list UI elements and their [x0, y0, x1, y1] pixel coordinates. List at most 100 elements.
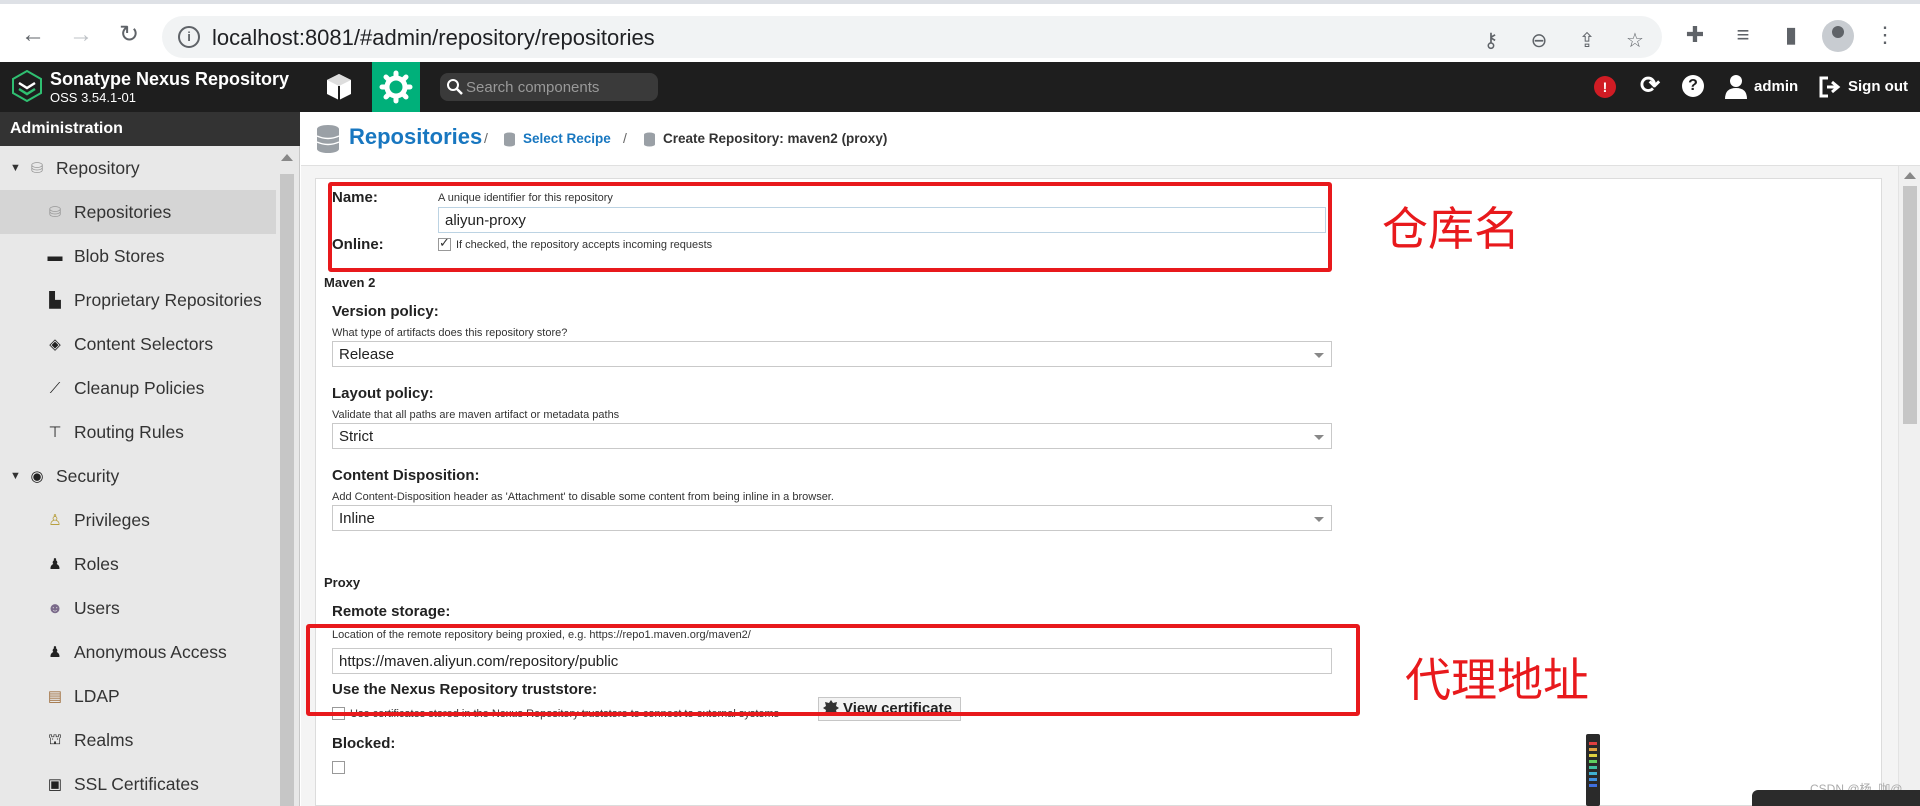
bookmark-star-icon[interactable]: ☆ — [1622, 28, 1648, 54]
main-scrollbar[interactable] — [1898, 166, 1920, 806]
chevron-down-icon[interactable] — [1314, 353, 1324, 358]
broom-icon: ⟋ — [49, 379, 61, 397]
breadcrumb-select-recipe[interactable]: Select Recipe — [523, 131, 611, 146]
sidebar-item-proprietary-repositories[interactable]: ▙ Proprietary Repositories — [0, 278, 276, 322]
database-icon — [644, 132, 655, 147]
chevron-down-icon[interactable] — [1314, 435, 1324, 440]
realms-icon: ⛫ — [48, 730, 62, 748]
users-icon: ☻ — [47, 599, 63, 617]
scrollbar-thumb[interactable] — [280, 174, 294, 806]
url-text[interactable]: localhost:8081/#admin/repository/reposit… — [212, 25, 655, 51]
sign-out-link[interactable]: Sign out — [1848, 78, 1908, 95]
help-icon[interactable]: ? — [1682, 75, 1704, 97]
side-panel-icon[interactable]: ▮ — [1776, 20, 1806, 50]
remote-storage-highlight-box — [306, 624, 1360, 716]
system-alert-icon[interactable]: ! — [1594, 76, 1616, 98]
user-key-icon: ♟ — [48, 556, 62, 573]
expand-caret-icon[interactable]: ▼ — [10, 470, 28, 482]
sidebar-item-ldap[interactable]: ▤ LDAP — [0, 674, 276, 718]
sidebar-item-ssl-certificates[interactable]: ▣ SSL Certificates — [0, 762, 276, 806]
search-components-box[interactable] — [440, 73, 658, 101]
blocked-label: Blocked: — [332, 735, 396, 752]
share-icon[interactable]: ⇪ — [1574, 28, 1600, 54]
maven-section-title: Maven 2 — [324, 275, 376, 290]
chevron-down-icon[interactable] — [1314, 517, 1324, 522]
version-policy-select[interactable]: Release — [332, 341, 1332, 367]
sidebar-title: Administration — [0, 112, 300, 146]
remote-storage-label: Remote storage: — [332, 603, 451, 620]
audio-level-meter — [1586, 734, 1600, 806]
sidebar-item-label: Roles — [74, 553, 119, 574]
sidebar-nav: ▼ ⛁ Repository ⛁ Repositories ▬ Blob Sto… — [0, 146, 276, 806]
layout-policy-help: Validate that all paths are maven artifa… — [332, 409, 620, 421]
expand-caret-icon[interactable]: ▼ — [10, 162, 28, 174]
sidebar-item-roles[interactable]: ♟ Roles — [0, 542, 276, 586]
sidebar-item-realms[interactable]: ⛫ Realms — [0, 718, 276, 762]
database-icon: ⛁ — [30, 160, 44, 177]
sidebar-item-label: Users — [74, 597, 120, 618]
sidebar-item-anonymous-access[interactable]: ♟ Anonymous Access — [0, 630, 276, 674]
sidebar-item-label: SSL Certificates — [74, 773, 199, 794]
product-version: OSS 3.54.1-01 — [50, 90, 136, 105]
content-disposition-select[interactable]: Inline — [332, 505, 1332, 531]
sidebar-scrollbar[interactable] — [276, 146, 298, 806]
version-policy-label: Version policy: — [332, 303, 439, 320]
reload-icon[interactable]: ↻ — [114, 20, 144, 50]
site-info-icon[interactable]: i — [178, 26, 200, 48]
hard-drive-icon: ▬ — [47, 247, 63, 265]
admin-sidebar: Administration ▼ ⛁ Repository ⛁ Reposito… — [0, 112, 300, 806]
layout-policy-value: Strict — [339, 428, 374, 445]
product-name: Sonatype Nexus Repository — [50, 69, 290, 89]
profile-avatar-icon[interactable] — [1822, 20, 1854, 52]
search-input[interactable] — [466, 76, 651, 98]
browse-cube-icon[interactable] — [318, 66, 360, 108]
sonatype-logo-icon — [12, 70, 42, 102]
sidebar-item-repositories[interactable]: ⛁ Repositories — [0, 190, 276, 234]
layout-policy-select[interactable]: Strict — [332, 423, 1332, 449]
version-policy-value: Release — [339, 346, 395, 363]
database-icon — [316, 125, 340, 153]
sidebar-item-blob-stores[interactable]: ▬ Blob Stores — [0, 234, 276, 278]
sidebar-item-users[interactable]: ☻ Users — [0, 586, 276, 630]
sidebar-item-routing-rules[interactable]: ⊤ Routing Rules — [0, 410, 276, 454]
extensions-icon[interactable]: ✚ — [1680, 20, 1710, 50]
sidebar-item-label: Privileges — [74, 509, 150, 530]
forward-icon[interactable]: → — [66, 20, 96, 50]
search-icon — [447, 79, 463, 95]
page-title[interactable]: Repositories — [349, 124, 482, 150]
scrollbar-thumb[interactable] — [1903, 186, 1917, 424]
eye-icon: ◉ — [30, 468, 44, 485]
refresh-icon[interactable]: ⟳ — [1636, 72, 1664, 100]
sidebar-item-label: LDAP — [74, 685, 120, 706]
zoom-out-icon[interactable]: ⊖ — [1526, 28, 1552, 54]
key-icon[interactable]: ⚷ — [1478, 28, 1504, 54]
layers-icon: ◈ — [49, 336, 61, 353]
sign-out-icon[interactable] — [1818, 75, 1842, 99]
user-icon[interactable] — [1724, 74, 1748, 100]
browser-menu-icon[interactable]: ⋮ — [1870, 20, 1900, 50]
content-disposition-label: Content Disposition: — [332, 467, 480, 484]
door-icon: ▙ — [49, 292, 61, 309]
scroll-up-arrow-icon[interactable] — [1904, 172, 1916, 179]
sidebar-item-cleanup-policies[interactable]: ⟋ Cleanup Policies — [0, 366, 276, 410]
administration-gear-button[interactable] — [372, 62, 420, 112]
sidebar-item-privileges[interactable]: ♙ Privileges — [0, 498, 276, 542]
address-bar[interactable]: i localhost:8081/#admin/repository/repos… — [162, 16, 1662, 58]
content-disposition-value: Inline — [339, 510, 375, 527]
sidebar-item-label: Repository — [56, 157, 140, 178]
app-header: Sonatype Nexus Repository OSS 3.54.1-01 … — [0, 62, 1920, 112]
sidebar-group-repository[interactable]: ▼ ⛁ Repository — [0, 146, 276, 190]
breadcrumb-separator: / — [623, 130, 627, 146]
sidebar-group-security[interactable]: ▼ ◉ Security — [0, 454, 276, 498]
back-icon[interactable]: ← — [18, 20, 48, 50]
database-icon: ⛁ — [48, 204, 62, 221]
media-queue-icon[interactable]: ≡ — [1728, 20, 1758, 50]
blocked-checkbox[interactable] — [332, 761, 345, 774]
sidebar-item-label: Realms — [74, 729, 134, 750]
user-name-link[interactable]: admin — [1754, 78, 1798, 95]
layout-policy-label: Layout policy: — [332, 385, 434, 402]
sidebar-item-content-selectors[interactable]: ◈ Content Selectors — [0, 322, 276, 366]
sidebar-item-label: Proprietary Repositories — [74, 289, 262, 310]
scroll-up-arrow-icon[interactable] — [281, 154, 293, 161]
proxy-address-annotation: 代理地址 — [1405, 653, 1589, 707]
